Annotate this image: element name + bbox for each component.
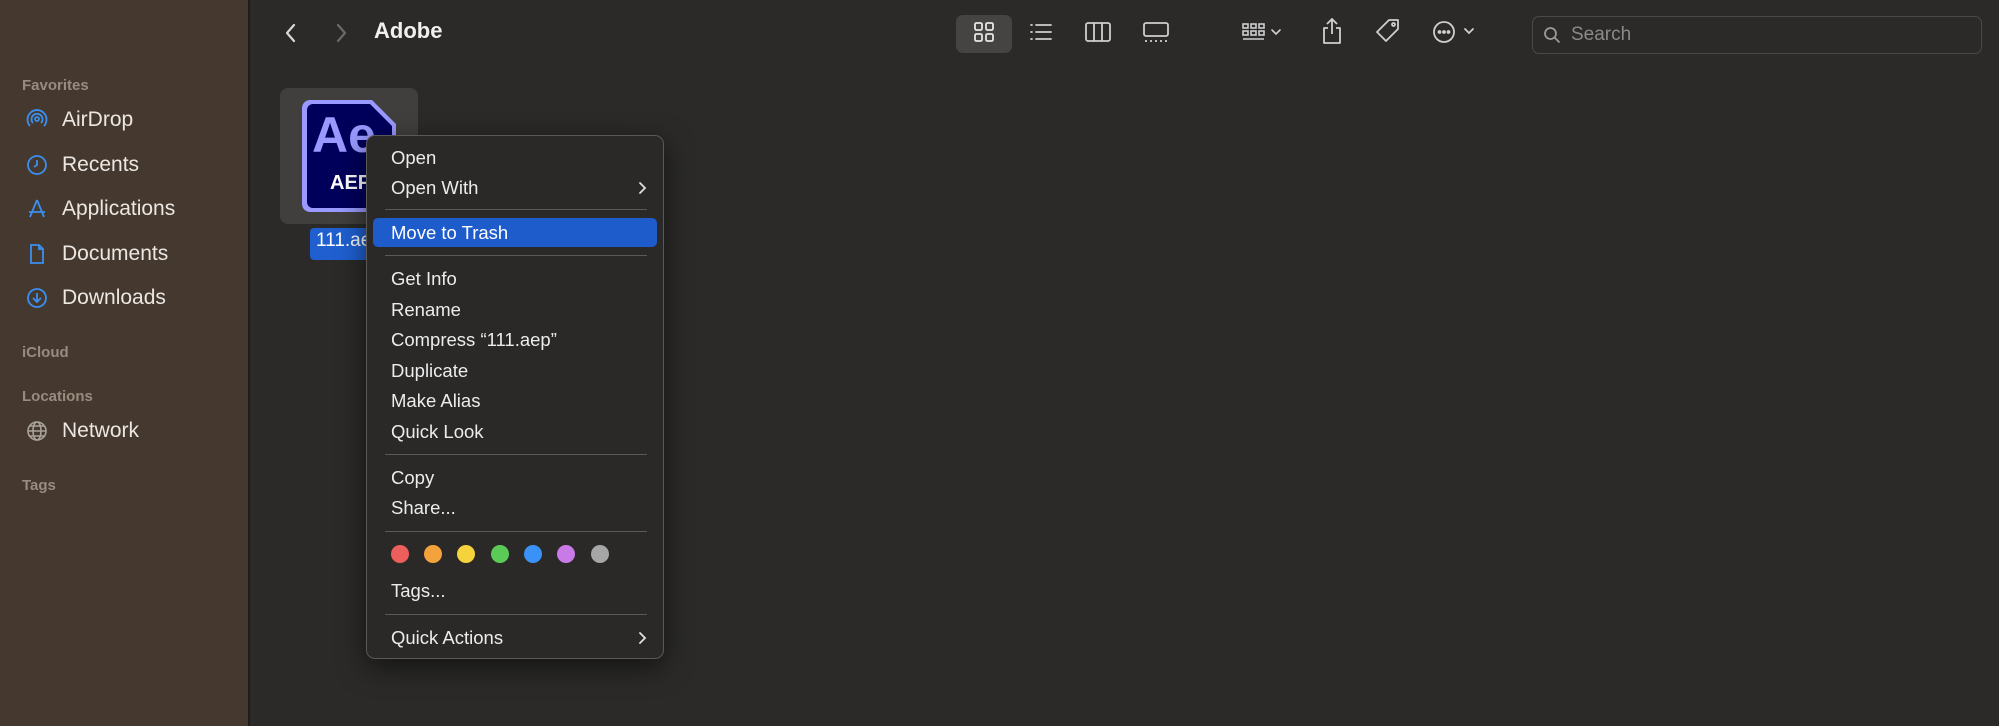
back-button[interactable] bbox=[276, 16, 306, 54]
menu-item-label: Open bbox=[391, 146, 437, 168]
menu-item-rename[interactable]: Rename bbox=[373, 295, 657, 324]
sidebar-item-label: AirDrop bbox=[62, 108, 134, 131]
sidebar-item-label: Documents bbox=[62, 242, 169, 265]
menu-item-label: Tags... bbox=[391, 579, 446, 601]
menu-item-label: Copy bbox=[391, 466, 435, 488]
group-button[interactable] bbox=[1234, 15, 1292, 53]
column-view-icon bbox=[1085, 21, 1111, 48]
menu-item-label: Compress “111.aep” bbox=[391, 328, 557, 350]
forward-icon bbox=[333, 21, 349, 50]
window-title: Adobe bbox=[374, 18, 443, 43]
menu-separator bbox=[385, 614, 647, 615]
tag-purple[interactable] bbox=[557, 545, 575, 563]
menu-item-make-alias[interactable]: Make Alias bbox=[373, 386, 657, 415]
menu-item-label: Share... bbox=[391, 496, 456, 518]
menu-item-label: Rename bbox=[391, 298, 461, 320]
more-actions-button[interactable] bbox=[1426, 15, 1486, 53]
tag-blue[interactable] bbox=[524, 545, 542, 563]
menu-item-label: Move to Trash bbox=[391, 221, 509, 243]
context-menu: Open Open With Move to Trash Get Info Re… bbox=[366, 135, 664, 659]
sidebar-item-network[interactable]: Network bbox=[24, 414, 234, 448]
menu-item-share[interactable]: Share... bbox=[373, 493, 657, 522]
menu-item-move-to-trash[interactable]: Move to Trash bbox=[373, 218, 657, 247]
menu-item-get-info[interactable]: Get Info bbox=[373, 264, 657, 293]
menu-item-quick-look[interactable]: Quick Look bbox=[373, 417, 657, 446]
airdrop-icon bbox=[24, 107, 50, 133]
menu-item-label: Quick Actions bbox=[391, 626, 504, 648]
tag-red[interactable] bbox=[391, 545, 409, 563]
finder-window: Favorites AirDrop Recents Applications D… bbox=[0, 0, 1999, 726]
icon-view-icon bbox=[973, 21, 995, 48]
gallery-view-button[interactable] bbox=[1128, 15, 1184, 53]
share-button[interactable] bbox=[1312, 14, 1352, 52]
group-icon bbox=[1241, 21, 1285, 48]
section-tags: Tags bbox=[22, 477, 56, 494]
search-field[interactable] bbox=[1532, 16, 1982, 54]
applications-icon bbox=[24, 196, 50, 222]
share-icon bbox=[1321, 17, 1343, 50]
sidebar-item-applications[interactable]: Applications bbox=[24, 192, 234, 226]
search-input[interactable] bbox=[1569, 23, 1963, 47]
section-icloud: iCloud bbox=[22, 344, 69, 361]
search-icon bbox=[1543, 26, 1561, 44]
menu-item-open-with[interactable]: Open With bbox=[373, 173, 657, 202]
section-locations: Locations bbox=[22, 388, 93, 405]
download-icon bbox=[24, 285, 50, 311]
document-icon bbox=[24, 241, 50, 267]
menu-item-quick-actions[interactable]: Quick Actions bbox=[373, 623, 657, 652]
sidebar-item-downloads[interactable]: Downloads bbox=[24, 281, 234, 315]
tag-icon bbox=[1374, 17, 1402, 50]
sidebar-item-recents[interactable]: Recents bbox=[24, 148, 234, 182]
chevron-right-icon bbox=[637, 629, 647, 651]
sidebar-item-label: Applications bbox=[62, 197, 176, 220]
menu-separator bbox=[385, 454, 647, 455]
menu-item-open[interactable]: Open bbox=[373, 143, 657, 172]
section-favorites: Favorites bbox=[22, 77, 89, 94]
tag-green[interactable] bbox=[491, 545, 509, 563]
sidebar-item-label: Recents bbox=[62, 153, 140, 176]
tag-gray[interactable] bbox=[591, 545, 609, 563]
tag-button[interactable] bbox=[1368, 14, 1408, 52]
tag-yellow[interactable] bbox=[457, 545, 475, 563]
sidebar-item-airdrop[interactable]: AirDrop bbox=[24, 103, 234, 137]
toolbar: Adobe bbox=[252, 0, 1999, 70]
menu-item-copy[interactable]: Copy bbox=[373, 463, 657, 492]
menu-item-label: Open With bbox=[391, 176, 479, 198]
menu-separator bbox=[385, 531, 647, 532]
menu-item-duplicate[interactable]: Duplicate bbox=[373, 356, 657, 385]
clock-icon bbox=[24, 152, 50, 178]
menu-item-compress[interactable]: Compress “111.aep” bbox=[373, 325, 657, 354]
sidebar-item-label: Network bbox=[62, 419, 140, 442]
back-icon bbox=[283, 21, 299, 50]
file-icon-subtext: AEP bbox=[330, 172, 372, 194]
globe-icon bbox=[24, 418, 50, 444]
chevron-right-icon bbox=[637, 179, 647, 201]
forward-button[interactable] bbox=[326, 16, 356, 54]
sidebar: Favorites AirDrop Recents Applications D… bbox=[0, 0, 250, 726]
menu-separator bbox=[385, 255, 647, 256]
more-icon bbox=[1432, 20, 1480, 49]
list-view-icon bbox=[1029, 22, 1053, 47]
list-view-button[interactable] bbox=[1016, 15, 1066, 53]
icon-view-button[interactable] bbox=[956, 15, 1012, 53]
menu-item-label: Duplicate bbox=[391, 359, 469, 381]
menu-item-tags[interactable]: Tags... bbox=[373, 576, 657, 605]
tag-orange[interactable] bbox=[424, 545, 442, 563]
gallery-view-icon bbox=[1142, 21, 1170, 48]
sidebar-item-documents[interactable]: Documents bbox=[24, 237, 234, 271]
menu-item-label: Quick Look bbox=[391, 420, 484, 442]
column-view-button[interactable] bbox=[1070, 15, 1126, 53]
menu-separator bbox=[385, 209, 647, 210]
menu-item-label: Make Alias bbox=[391, 389, 481, 411]
menu-item-label: Get Info bbox=[391, 267, 457, 289]
sidebar-item-label: Downloads bbox=[62, 286, 166, 309]
